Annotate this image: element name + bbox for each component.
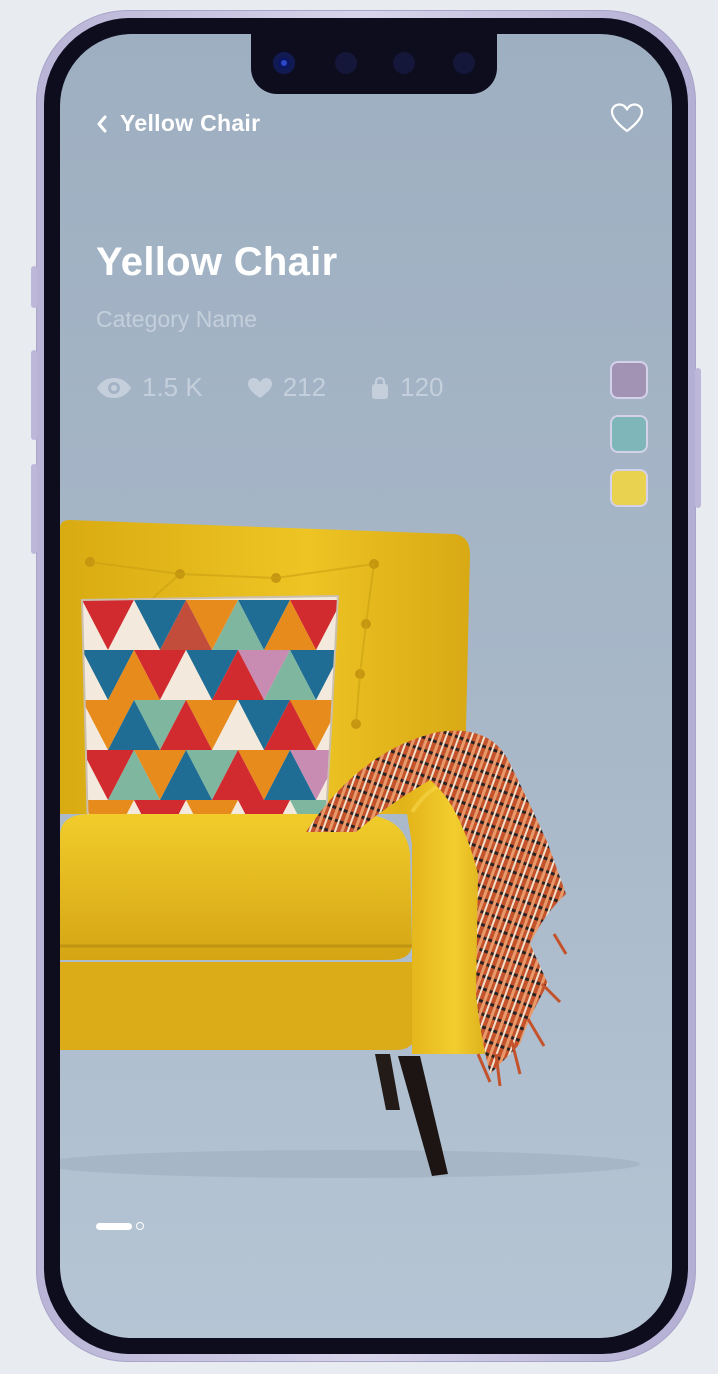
swatch-teal[interactable] — [610, 415, 648, 453]
notch — [251, 34, 497, 94]
back-button[interactable]: Yellow Chair — [96, 110, 260, 137]
swatch-purple[interactable] — [610, 361, 648, 399]
product-stats: 1.5 K 212 120 — [96, 372, 488, 403]
likes-stat: 212 — [247, 372, 326, 403]
bag-icon — [372, 376, 389, 399]
product-category: Category Name — [96, 306, 258, 332]
camera-icon — [273, 52, 295, 74]
volume-up-button — [31, 350, 37, 440]
header-title: Yellow Chair — [120, 110, 261, 136]
sensor-icon — [453, 52, 475, 74]
volume-down-button — [31, 464, 37, 554]
heart-outline-icon — [610, 103, 644, 133]
views-stat: 1.5 K — [96, 372, 203, 403]
sensor-icon — [393, 52, 415, 74]
heart-icon — [247, 377, 272, 398]
carousel-dot-active[interactable] — [96, 1222, 132, 1230]
purchases-count: 120 — [400, 372, 444, 402]
chevron-left-icon — [97, 115, 107, 132]
mute-switch — [31, 266, 37, 308]
carousel-indicator — [96, 1222, 144, 1230]
product-title: Yellow Chair — [96, 240, 338, 284]
sensor-icon — [335, 52, 357, 74]
likes-count: 212 — [282, 372, 327, 402]
color-swatches — [610, 361, 648, 507]
views-count: 1.5 K — [142, 372, 203, 402]
purchases-stat: 120 — [370, 372, 444, 403]
screen: Yellow Chair Yellow Chair Category Name … — [60, 34, 672, 1338]
carousel-dot[interactable] — [136, 1222, 144, 1230]
bezel: Yellow Chair Yellow Chair Category Name … — [44, 18, 688, 1354]
product-image — [60, 520, 640, 1178]
power-button — [695, 368, 701, 508]
phone-frame: Yellow Chair Yellow Chair Category Name … — [31, 10, 701, 1362]
favorite-button[interactable] — [610, 102, 644, 138]
eye-icon — [97, 377, 131, 398]
swatch-yellow[interactable] — [610, 469, 648, 507]
